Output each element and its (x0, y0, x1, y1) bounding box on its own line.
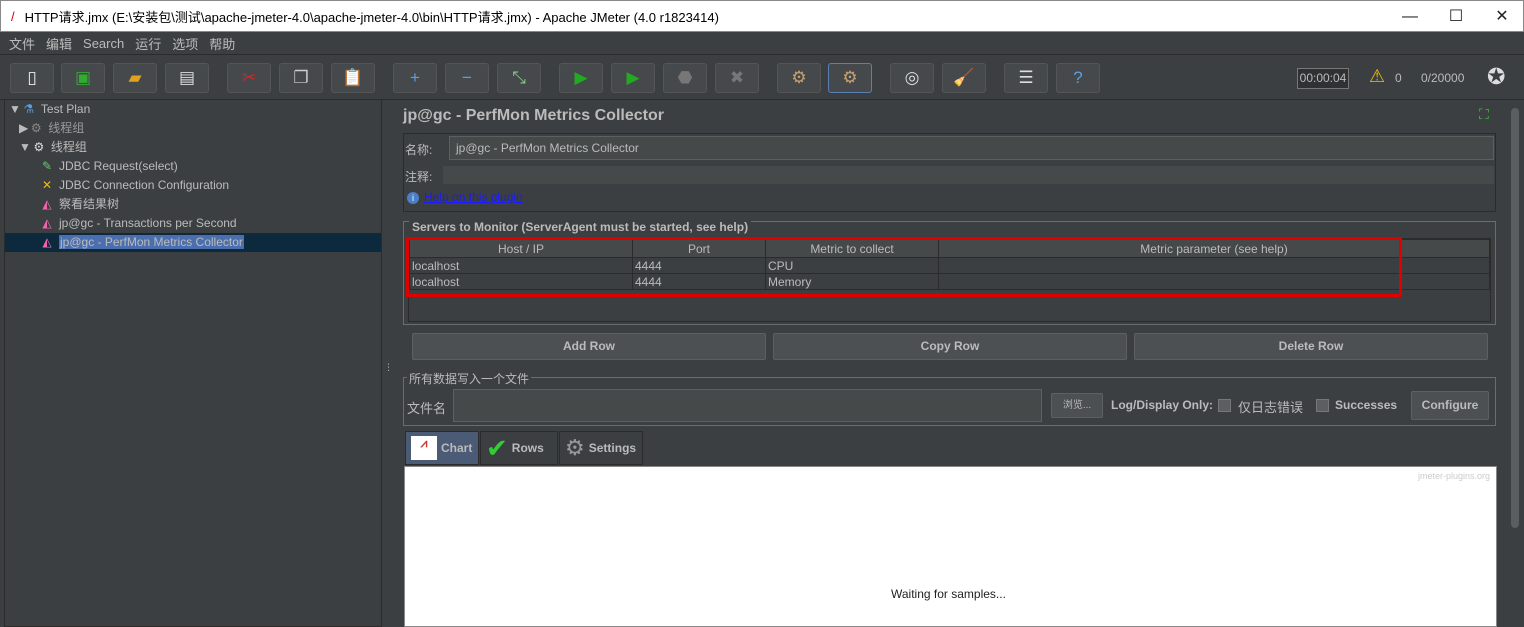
comment-input[interactable] (443, 166, 1494, 184)
filename-label: 文件名 (407, 401, 447, 416)
start-icon[interactable]: ▶ (559, 63, 603, 93)
toggle-icon[interactable]: ⤡ (497, 63, 541, 93)
clear-all-icon[interactable]: ⚙ (828, 63, 872, 93)
wrench-icon: ✕ (41, 178, 53, 192)
gear-icon: ⚙ (30, 121, 42, 135)
servers-legend: Servers to Monitor (ServerAgent must be … (409, 220, 752, 234)
warning-count: 0 (1395, 71, 1402, 85)
collapse-all-icon[interactable]: − (445, 63, 489, 93)
test-plan-tree: ▼ ⚗ Test Plan ▶ ⚙ 线程组 ▼ ⚙ 线程组 ✎ JDBC Request(se… (4, 100, 382, 627)
menu-edit[interactable]: 编辑 (46, 34, 72, 53)
menu-bar: 文件 编辑 Search 运行 选项 帮助 (0, 32, 1524, 55)
title-bar: / HTTP请求.jmx (E:\安装包\测试\apache-jmeter-4.… (0, 0, 1524, 32)
tab-rows[interactable]: ✔ Rows (480, 431, 558, 465)
active-threads: 0/20000 (1421, 71, 1465, 85)
tree-item-thread-group-2[interactable]: ▼ ⚙ 线程组 (19, 138, 87, 157)
pipette-icon: ✎ (41, 159, 53, 173)
paste-icon[interactable]: 📋 (331, 63, 375, 93)
log-display-label: Log/Display Only: (1111, 398, 1214, 412)
warning-icon[interactable]: ⚠ (1369, 66, 1385, 87)
tree-item-jdbc-request[interactable]: ✎ JDBC Request(select) (39, 157, 178, 176)
window-title: HTTP请求.jmx (E:\安装包\测试\apache-jmeter-4.0\… (24, 9, 719, 25)
tree-item-test-plan[interactable]: ▼ ⚗ Test Plan (9, 100, 90, 119)
help-link[interactable]: Help on this plugin (424, 190, 523, 204)
tree-item-results-tree[interactable]: ◭ 察看结果树 (39, 195, 119, 214)
chart-icon: ⩘ (411, 436, 437, 460)
fullscreen-icon[interactable]: ⛶ (1479, 106, 1489, 123)
reset-search-broom-icon[interactable]: 🧹 (942, 63, 986, 93)
filename-input[interactable] (453, 389, 1042, 422)
help-icon[interactable]: ? (1056, 63, 1100, 93)
stop-icon[interactable]: ⬣ (663, 63, 707, 93)
name-input[interactable]: jp@gc - PerfMon Metrics Collector (449, 136, 1494, 160)
scrollbar[interactable] (1509, 100, 1521, 627)
configure-button[interactable]: Configure (1411, 391, 1489, 420)
templates-icon[interactable]: ▣ (61, 63, 105, 93)
errors-only-label: 仅日志错误 (1238, 400, 1304, 415)
chart-watermark: jmeter-plugins.org (1417, 471, 1490, 481)
expand-all-icon[interactable]: + (393, 63, 437, 93)
new-icon[interactable]: ▯ (10, 63, 54, 93)
toolbar: ▯ ▣ ▰ ▤ ✂ ❐ 📋 + − ⤡ ▶ ▶ ⬣ ✖ ⚙ ⚙ ◎ 🧹 ☰ ? … (0, 56, 1524, 100)
comment-label: 注释: (405, 170, 433, 184)
cut-icon[interactable]: ✂ (227, 63, 271, 93)
successes-label: Successes (1335, 398, 1398, 412)
tab-settings[interactable]: ⚙ Settings (559, 431, 643, 465)
errors-only-checkbox[interactable] (1218, 399, 1231, 412)
search-binoculars-icon[interactable]: ◎ (890, 63, 934, 93)
flask-icon: ⚗ (23, 102, 35, 116)
remote-icon[interactable]: ✪ (1487, 64, 1505, 90)
gear-icon: ⚙ (33, 140, 45, 154)
info-icon: i (407, 192, 419, 204)
name-label: 名称: (405, 143, 433, 157)
save-icon[interactable]: ▤ (165, 63, 209, 93)
split-pane-divider[interactable]: ⋮ (383, 100, 393, 627)
clear-icon[interactable]: ⚙ (777, 63, 821, 93)
minimize-button[interactable]: — (1387, 1, 1433, 33)
listener-icon: ◭ (42, 197, 52, 211)
menu-options[interactable]: 选项 (172, 34, 198, 53)
file-legend: 所有数据写入一个文件 (407, 370, 532, 387)
tree-item-tps[interactable]: ◭ jp@gc - Transactions per Second (39, 214, 236, 233)
menu-search[interactable]: Search (83, 36, 124, 51)
start-no-pauses-icon[interactable]: ▶ (611, 63, 655, 93)
browse-button[interactable]: 浏览... (1051, 393, 1103, 418)
menu-file[interactable]: 文件 (9, 34, 35, 53)
checkmark-icon: ✔ (486, 432, 508, 463)
chart-status-message: Waiting for samples... (891, 587, 1006, 601)
panel-title: jp@gc - PerfMon Metrics Collector (403, 107, 664, 124)
tree-item-jdbc-config[interactable]: ✕ JDBC Connection Configuration (39, 176, 229, 195)
listener-icon: ◭ (42, 235, 52, 249)
listener-icon: ◭ (42, 216, 52, 230)
shutdown-icon[interactable]: ✖ (715, 63, 759, 93)
menu-run[interactable]: 运行 (135, 34, 161, 53)
close-button[interactable]: ✕ (1479, 1, 1524, 33)
delete-row-button[interactable]: Delete Row (1134, 333, 1488, 360)
copy-icon[interactable]: ❐ (279, 63, 323, 93)
tab-chart[interactable]: ⩘ Chart (405, 431, 479, 465)
jmeter-feather-icon: / (11, 8, 15, 24)
maximize-button[interactable]: ☐ (1433, 1, 1479, 33)
tree-item-perfmon[interactable]: ◭ jp@gc - PerfMon Metrics Collector (39, 233, 244, 252)
successes-checkbox[interactable] (1316, 399, 1329, 412)
copy-row-button[interactable]: Copy Row (773, 333, 1127, 360)
menu-help[interactable]: 帮助 (209, 34, 235, 53)
add-row-button[interactable]: Add Row (412, 333, 766, 360)
tree-item-thread-group-1[interactable]: ▶ ⚙ 线程组 (19, 119, 84, 138)
chart-area: jmeter-plugins.org Waiting for samples..… (404, 466, 1497, 627)
elapsed-timer: 00:00:04 (1297, 68, 1349, 89)
function-helper-icon[interactable]: ☰ (1004, 63, 1048, 93)
open-icon[interactable]: ▰ (113, 63, 157, 93)
gear-icon: ⚙ (565, 435, 585, 460)
highlight-box (406, 237, 1402, 297)
